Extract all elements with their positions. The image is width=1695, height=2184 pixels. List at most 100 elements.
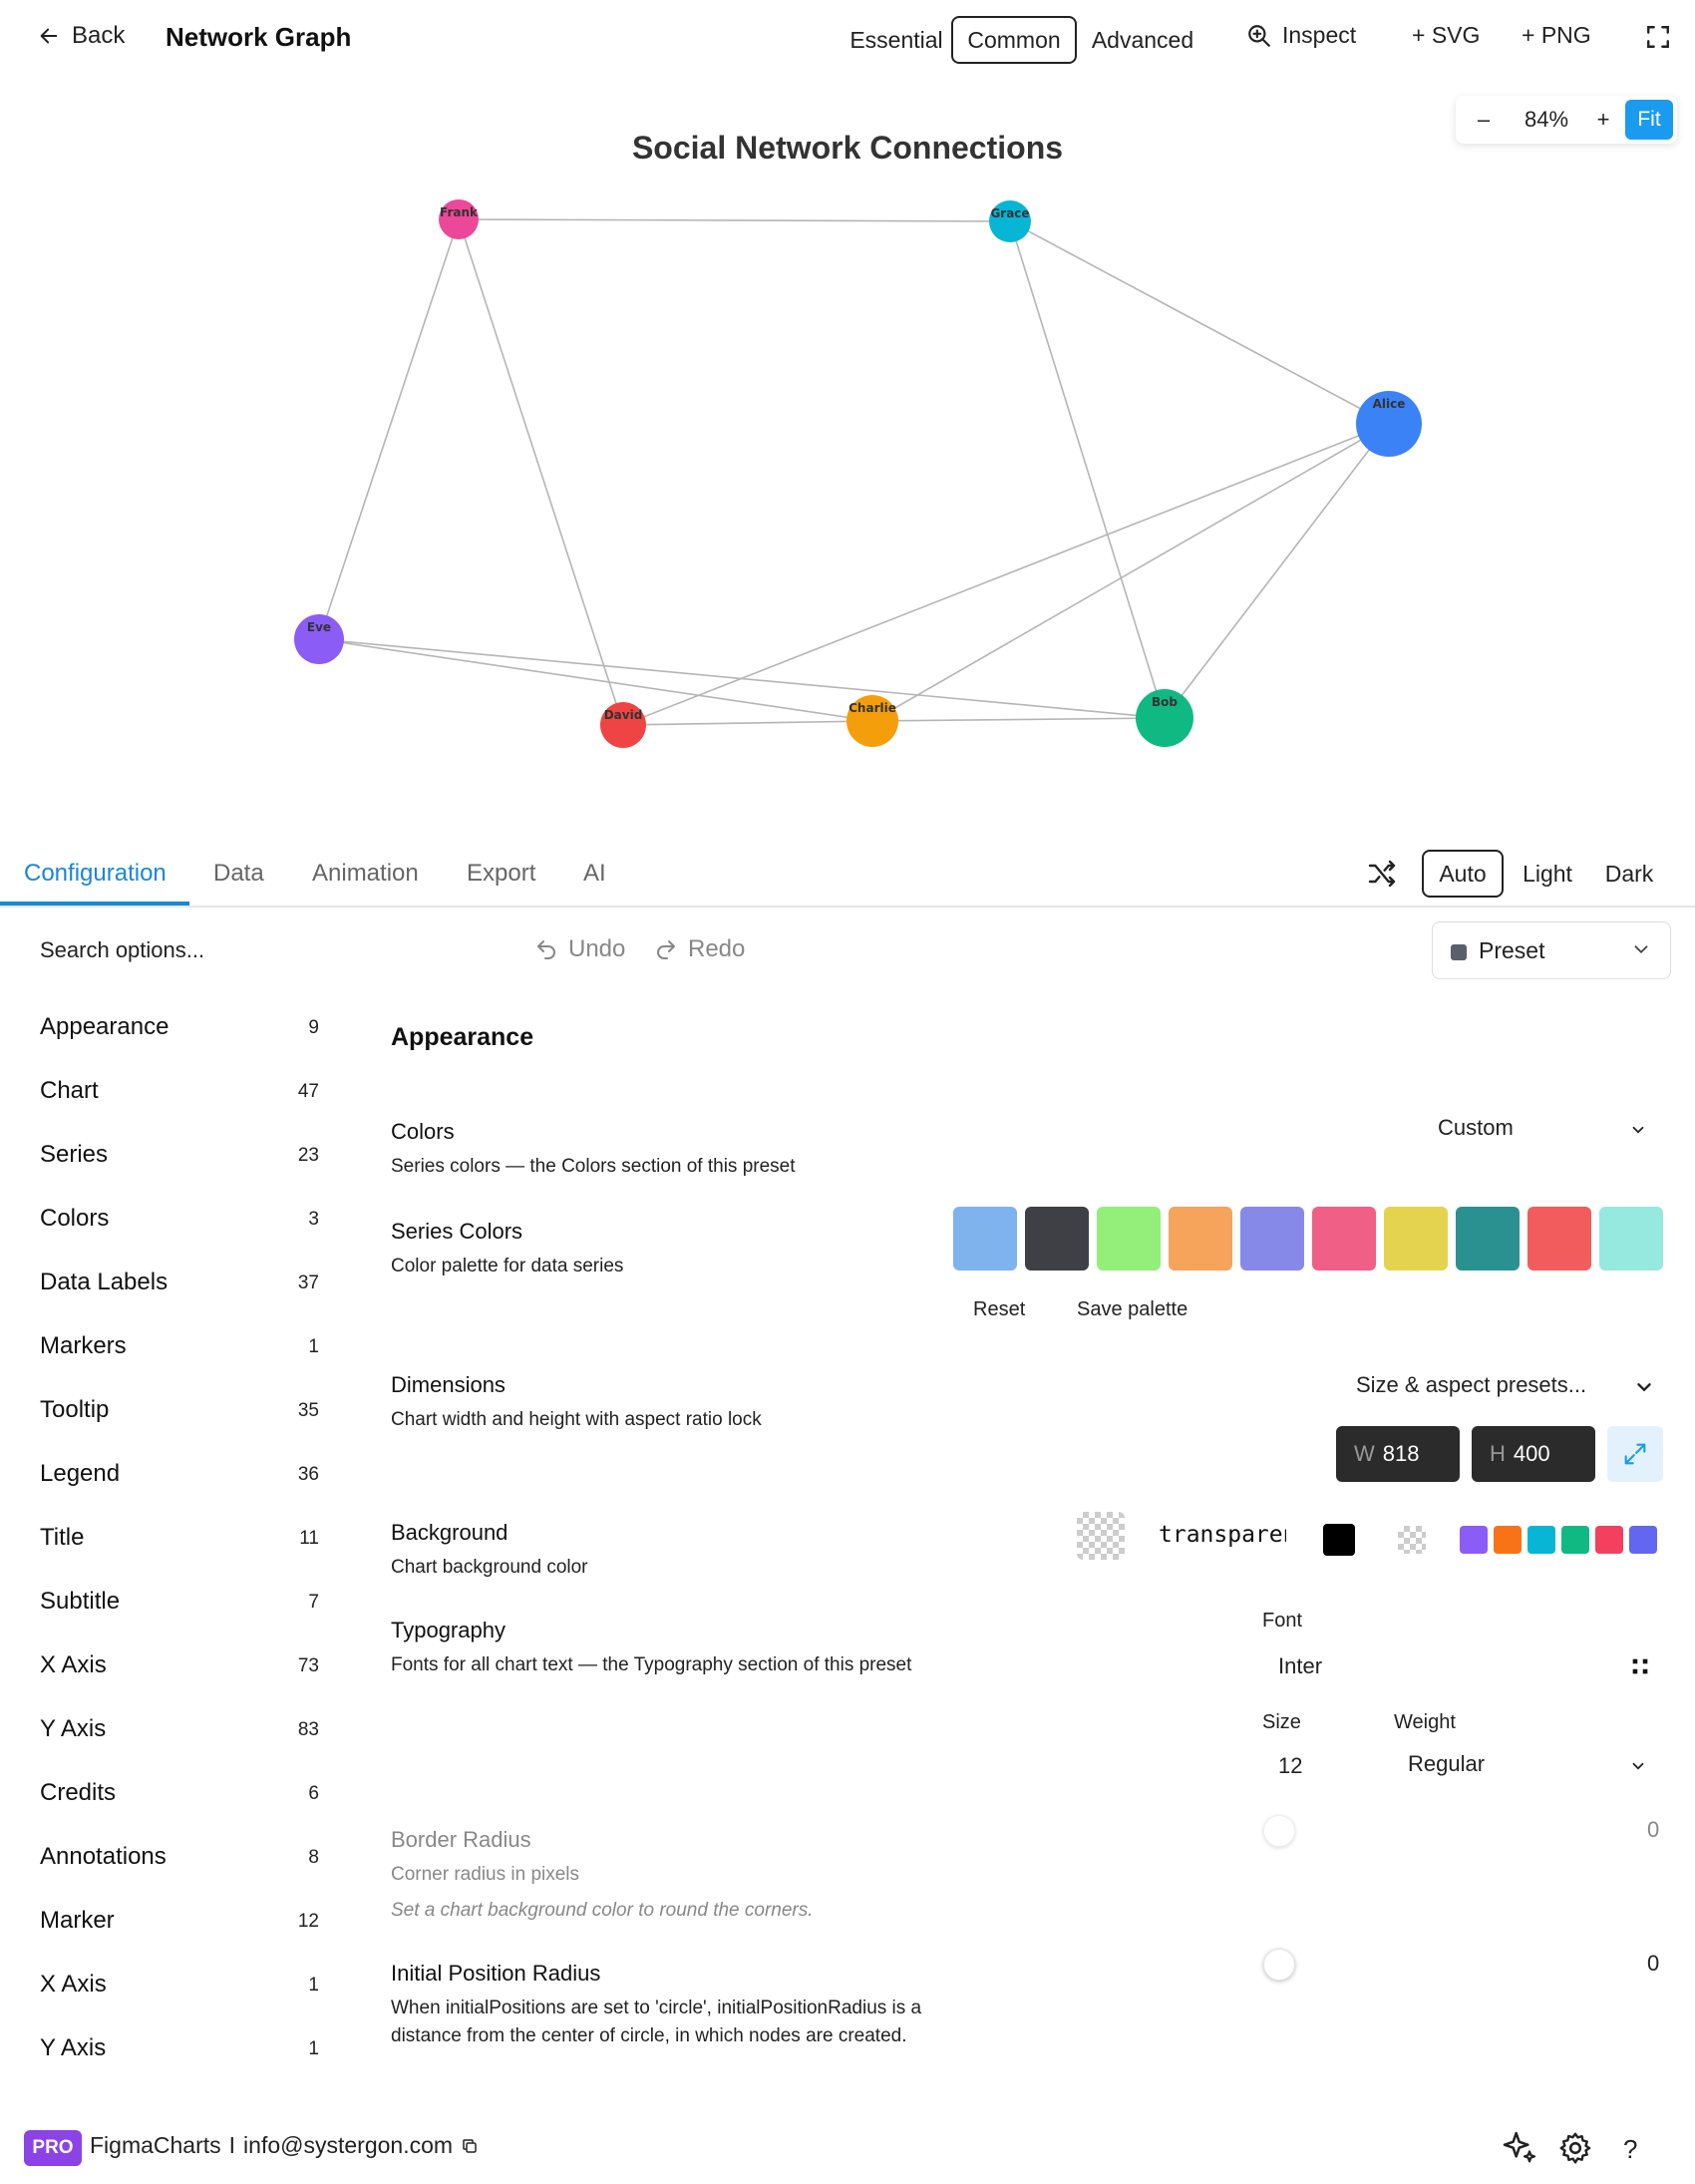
font-size-input[interactable]: 12 — [1278, 1753, 1302, 1779]
sidebar-item[interactable]: Y Axis 1 — [40, 2034, 319, 2074]
network-node[interactable]: Frank — [439, 199, 479, 239]
font-value: Inter — [1278, 1653, 1323, 1678]
background-color-swatch[interactable] — [1077, 1512, 1125, 1560]
colors-select[interactable]: Custom — [1438, 1115, 1647, 1151]
redo-button[interactable]: Redo — [654, 935, 745, 963]
background-black-swatch[interactable] — [1323, 1524, 1355, 1556]
network-node[interactable]: David — [600, 702, 646, 748]
border-radius-slider[interactable] — [1263, 1815, 1295, 1847]
preset-label: Preset — [1479, 937, 1545, 963]
gear-icon — [1559, 2132, 1591, 2164]
sidebar-item[interactable]: Marker 12 — [40, 1907, 319, 1947]
sidebar-item[interactable]: Subtitle 7 — [40, 1588, 319, 1628]
sidebar-item[interactable]: Title 11 — [40, 1524, 319, 1564]
sidebar-item[interactable]: Appearance 9 — [40, 1013, 319, 1053]
reset-palette-button[interactable]: Reset — [973, 1298, 1025, 1321]
background-quick-swatch[interactable] — [1629, 1526, 1657, 1554]
sidebar-item[interactable]: Data Labels 37 — [40, 1269, 319, 1308]
palette-swatch[interactable] — [1456, 1207, 1520, 1271]
font-select[interactable]: Inter — [1262, 1649, 1651, 1685]
network-node-label: Frank — [440, 205, 479, 219]
sidebar-item-label: Series — [40, 1141, 109, 1168]
palette-swatch[interactable] — [1527, 1207, 1591, 1271]
network-node[interactable]: Bob — [1136, 689, 1193, 747]
search-input[interactable]: Search options... — [40, 937, 204, 963]
sidebar-item-count: 7 — [308, 1592, 319, 1613]
palette-swatch[interactable] — [1599, 1207, 1663, 1271]
settings-button[interactable] — [1557, 2130, 1593, 2171]
sidebar-item-label: Subtitle — [40, 1588, 121, 1615]
grid-dots-icon — [1632, 1658, 1648, 1674]
sidebar-item-count: 8 — [308, 1847, 319, 1868]
copy-icon[interactable] — [461, 2137, 479, 2155]
palette-swatch[interactable] — [1240, 1207, 1304, 1271]
size-presets-select[interactable]: Size & aspect presets... — [1356, 1372, 1655, 1404]
palette-swatch[interactable] — [953, 1207, 1017, 1271]
sparkles-icon — [1503, 2131, 1536, 2163]
sidebar-item-label: Title — [40, 1524, 85, 1551]
typography-desc: Fonts for all chart text — the Typograph… — [391, 1654, 912, 1675]
background-transparent-swatch[interactable] — [1398, 1526, 1426, 1554]
weight-label: Weight — [1394, 1711, 1456, 1733]
shuffle-button[interactable] — [1366, 858, 1398, 895]
background-quick-swatch[interactable] — [1460, 1526, 1488, 1554]
sidebar-item-label: Legend — [40, 1460, 121, 1487]
sidebar-item[interactable]: Chart 47 — [40, 1077, 319, 1117]
sidebar-item[interactable]: X Axis 73 — [40, 1651, 319, 1691]
theme-light[interactable]: Light — [1510, 850, 1585, 898]
sidebar-item[interactable]: Series 23 — [40, 1141, 319, 1181]
height-input[interactable]: H 400 — [1472, 1426, 1595, 1482]
undo-button[interactable]: Undo — [534, 935, 625, 963]
width-input[interactable]: W 818 — [1336, 1426, 1460, 1482]
tab-ai[interactable]: AI — [583, 860, 606, 888]
theme-auto[interactable]: Auto — [1422, 850, 1504, 898]
sidebar-item-count: 1 — [308, 2038, 319, 2059]
sidebar-item[interactable]: Y Axis 83 — [40, 1715, 319, 1755]
initial-radius-slider[interactable] — [1263, 1949, 1295, 1981]
sidebar-item[interactable]: Annotations 8 — [40, 1843, 319, 1883]
save-palette-button[interactable]: Save palette — [1077, 1298, 1187, 1321]
sidebar-item-count: 3 — [308, 1209, 319, 1230]
palette-swatch[interactable] — [1384, 1207, 1448, 1271]
tab-configuration[interactable]: Configuration — [24, 860, 167, 888]
ai-sparkle-button[interactable] — [1500, 2128, 1539, 2173]
help-button[interactable]: ? — [1623, 2134, 1637, 2165]
theme-dark[interactable]: Dark — [1591, 850, 1667, 898]
height-prefix: H — [1490, 1441, 1506, 1466]
sidebar-item[interactable]: Credits 6 — [40, 1779, 319, 1819]
sidebar-item[interactable]: Legend 36 — [40, 1460, 319, 1500]
background-value-input[interactable]: transparent — [1159, 1522, 1286, 1548]
tab-animation[interactable]: Animation — [312, 860, 419, 888]
network-node[interactable]: Eve — [294, 614, 344, 664]
sidebar-item[interactable]: Colors 3 — [40, 1205, 319, 1245]
sidebar-item[interactable]: X Axis 1 — [40, 1971, 319, 2010]
sidebar-item-label: Appearance — [40, 1013, 170, 1040]
network-node[interactable]: Charlie — [847, 695, 898, 747]
preset-select[interactable]: Preset — [1432, 921, 1671, 979]
contact-email[interactable]: info@systergon.com — [243, 2132, 453, 2159]
palette-swatch[interactable] — [1097, 1207, 1161, 1271]
shuffle-icon — [1368, 860, 1396, 888]
active-tab-indicator — [0, 902, 189, 906]
background-quick-swatch[interactable] — [1561, 1526, 1589, 1554]
sidebar-item-count: 47 — [297, 1081, 319, 1102]
network-node[interactable]: Grace — [989, 200, 1031, 242]
palette-swatch[interactable] — [1169, 1207, 1232, 1271]
aspect-lock-button[interactable] — [1607, 1426, 1663, 1482]
palette-swatch[interactable] — [1312, 1207, 1376, 1271]
redo-label: Redo — [688, 935, 746, 962]
background-quick-swatch[interactable] — [1527, 1526, 1555, 1554]
network-node[interactable]: Alice — [1356, 391, 1422, 457]
background-quick-swatch[interactable] — [1494, 1526, 1522, 1554]
tab-export[interactable]: Export — [467, 860, 535, 888]
network-node-label: David — [604, 708, 643, 722]
sidebar-item-label: Annotations — [40, 1843, 167, 1870]
sidebar-item[interactable]: Tooltip 35 — [40, 1396, 319, 1436]
sidebar-item[interactable]: Markers 1 — [40, 1332, 319, 1372]
tab-data[interactable]: Data — [213, 860, 264, 888]
sidebar-item-count: 37 — [297, 1273, 319, 1293]
palette-swatch[interactable] — [1025, 1207, 1089, 1271]
network-edge — [318, 638, 873, 722]
font-weight-select[interactable]: Regular — [1408, 1751, 1647, 1785]
background-quick-swatch[interactable] — [1595, 1526, 1623, 1554]
